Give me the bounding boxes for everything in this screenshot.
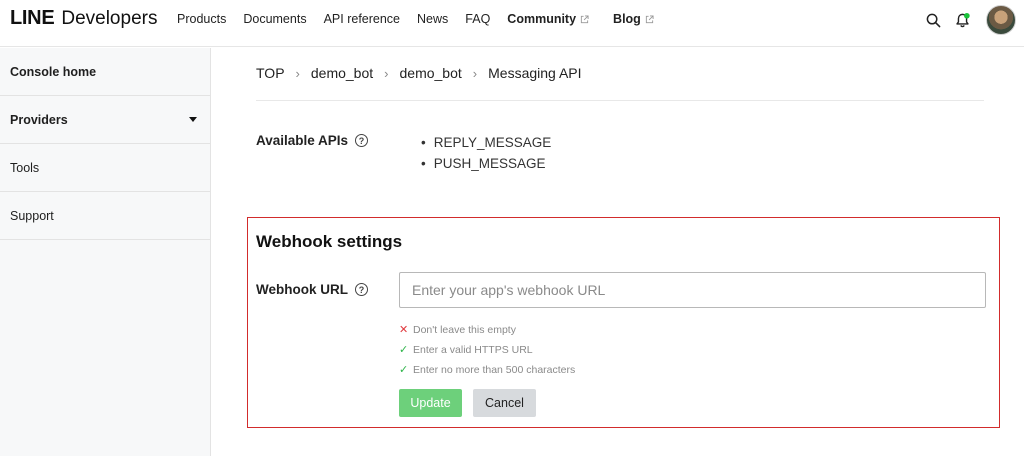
notifications-button[interactable]	[952, 10, 972, 30]
line-developers-logo[interactable]: LINE Developers	[10, 7, 157, 33]
check-icon: ✓	[399, 363, 409, 376]
sidebar-item-support[interactable]: Support	[0, 192, 210, 240]
available-apis-list: REPLY_MESSAGE PUSH_MESSAGE	[421, 132, 552, 174]
chevron-right-icon: ›	[295, 65, 300, 81]
help-icon[interactable]: ?	[355, 283, 368, 296]
webhook-url-label-text: Webhook URL	[256, 282, 348, 297]
header-actions	[923, 5, 1016, 35]
breadcrumb-provider[interactable]: demo_bot	[311, 65, 373, 81]
nav-news[interactable]: News	[417, 12, 448, 26]
check-icon: ✓	[399, 343, 409, 356]
main-nav: Products Documents API reference News FA…	[177, 12, 654, 26]
chevron-right-icon: ›	[472, 65, 478, 81]
validation-rule-max-length: ✓ Enter no more than 500 characters	[399, 360, 575, 380]
nav-documents[interactable]: Documents	[243, 12, 306, 26]
section-divider	[256, 100, 984, 101]
top-header: LINE Developers Products Documents API r…	[0, 0, 1024, 47]
webhook-settings-title: Webhook settings	[256, 232, 403, 251]
chevron-right-icon: ›	[384, 65, 389, 81]
breadcrumb-top[interactable]: TOP	[256, 65, 285, 81]
update-button[interactable]: Update	[399, 389, 462, 417]
cross-icon: ✕	[399, 323, 409, 336]
breadcrumb: TOP › demo_bot › demo_bot › Messaging AP…	[256, 65, 582, 81]
breadcrumb-channel[interactable]: demo_bot	[400, 65, 462, 81]
help-icon[interactable]: ?	[355, 134, 369, 147]
validation-rule-text: Enter no more than 500 characters	[413, 364, 576, 376]
search-button[interactable]	[923, 10, 943, 30]
logo-line-text: LINE	[10, 7, 55, 29]
validation-rule-text: Don't leave this empty	[413, 324, 516, 336]
search-icon	[926, 13, 940, 27]
validation-rule-not-empty: ✕ Don't leave this empty	[399, 320, 575, 340]
external-link-icon	[645, 14, 654, 23]
bell-icon	[955, 12, 970, 27]
webhook-url-label: Webhook URL ?	[256, 282, 368, 297]
cancel-button[interactable]: Cancel	[473, 389, 536, 417]
logo-developers-text: Developers	[61, 8, 158, 29]
available-apis-label-text: Available APIs	[256, 133, 349, 148]
list-item: REPLY_MESSAGE	[421, 132, 552, 153]
webhook-url-input[interactable]	[399, 272, 986, 308]
sidebar-item-label: Providers	[10, 112, 68, 127]
list-item: PUSH_MESSAGE	[421, 153, 551, 174]
sidebar-item-tools[interactable]: Tools	[0, 144, 210, 192]
sidebar-item-label: Console home	[10, 64, 97, 79]
caret-down-icon	[189, 117, 197, 122]
nav-faq[interactable]: FAQ	[465, 12, 490, 26]
nav-products[interactable]: Products	[177, 12, 226, 26]
sidebar-item-providers[interactable]: Providers	[0, 96, 210, 144]
user-avatar[interactable]	[986, 5, 1016, 35]
available-apis-label: Available APIs ?	[256, 133, 369, 148]
validation-rule-https: ✓ Enter a valid HTTPS URL	[399, 340, 575, 360]
nav-blog-label: Blog	[613, 12, 641, 26]
validation-rule-text: Enter a valid HTTPS URL	[413, 344, 533, 356]
sidebar-item-console-home[interactable]: Console home	[0, 48, 210, 96]
nav-community-label: Community	[507, 12, 577, 26]
sidebar-item-label: Tools	[10, 160, 40, 175]
nav-blog[interactable]: Blog	[613, 12, 654, 26]
nav-api-reference[interactable]: API reference	[324, 12, 400, 26]
nav-community[interactable]: Community	[507, 12, 589, 26]
validation-rules: ✕ Don't leave this empty ✓ Enter a valid…	[399, 320, 575, 380]
sidebar-item-label: Support	[10, 208, 54, 223]
external-link-icon	[580, 14, 589, 23]
breadcrumb-current: Messaging API	[488, 65, 582, 81]
sidebar: Console home Providers Tools Support	[0, 48, 211, 456]
main-content: TOP › demo_bot › demo_bot › Messaging AP…	[212, 48, 1024, 456]
webhook-settings-panel: Webhook settings Webhook URL ? ✕ Don't l…	[247, 217, 1000, 428]
